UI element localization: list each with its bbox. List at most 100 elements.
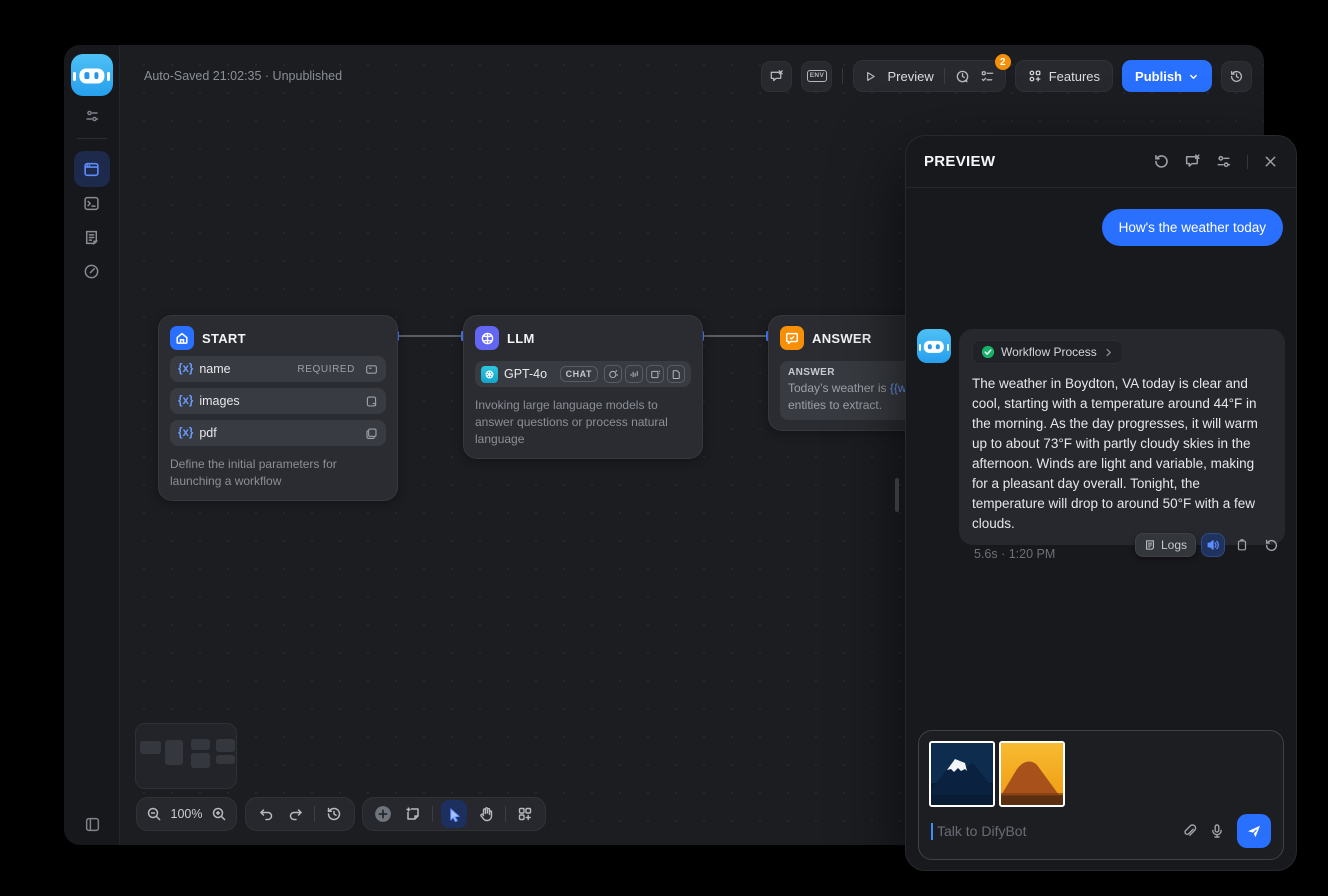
send-button[interactable] xyxy=(1237,814,1271,848)
bot-avatar xyxy=(917,329,951,363)
checklist-count-badge: 2 xyxy=(995,54,1011,70)
undo-icon[interactable] xyxy=(255,802,277,826)
close-icon[interactable] xyxy=(1263,154,1278,169)
mode-toolbar xyxy=(362,797,546,831)
features-button[interactable]: Features xyxy=(1015,60,1113,92)
zoom-level[interactable]: 100% xyxy=(171,807,203,821)
logs-button[interactable]: Logs xyxy=(1135,533,1196,557)
text-input-icon xyxy=(365,363,378,376)
left-rail xyxy=(64,45,120,845)
documents-icon xyxy=(365,427,378,440)
node-title: ANSWER xyxy=(812,331,872,346)
node-start[interactable]: START {x} name REQUIRED {x} images {x} p… xyxy=(158,315,398,501)
clear-chat-icon[interactable] xyxy=(1184,153,1201,170)
audio-capability-icon xyxy=(625,365,643,383)
restart-conversation-button[interactable] xyxy=(761,61,792,92)
env-variables-button[interactable]: ENV xyxy=(801,61,832,92)
llm-model-row[interactable]: GPT-4o CHAT xyxy=(475,361,691,387)
node-title: START xyxy=(202,331,246,346)
home-icon xyxy=(170,326,194,350)
node-description: Define the initial parameters for launch… xyxy=(170,456,386,490)
hand-tool-icon[interactable] xyxy=(475,802,497,826)
checklist-icon[interactable] xyxy=(980,69,995,84)
attachment-thumbnail-mountain-blue[interactable] xyxy=(929,741,995,807)
play-icon[interactable] xyxy=(864,70,877,83)
node-llm[interactable]: LLM GPT-4o CHAT Invoking large language … xyxy=(463,315,703,459)
run-history-icon[interactable] xyxy=(955,69,970,84)
chevron-right-icon xyxy=(1103,347,1114,358)
preview-panel: PREVIEW How's the weather today Workflow… xyxy=(905,135,1297,871)
change-history-icon[interactable] xyxy=(323,802,345,826)
topbar-actions: ENV Preview 2 Features Publish xyxy=(761,60,1252,92)
divider xyxy=(77,138,107,139)
history-toolbar xyxy=(245,797,355,831)
refresh-conversation-icon[interactable] xyxy=(1153,153,1170,170)
start-field-pdf[interactable]: {x} pdf xyxy=(170,420,386,446)
node-title: LLM xyxy=(507,331,535,346)
preview-button[interactable]: Preview xyxy=(887,69,933,84)
attachment-thumbnail-mountain-orange[interactable] xyxy=(999,741,1065,807)
sidebar-item-logs[interactable] xyxy=(74,219,110,255)
logs-icon xyxy=(1144,539,1156,551)
version-history-button[interactable] xyxy=(1221,61,1252,92)
variable-icon: {x} xyxy=(178,427,193,439)
text-cursor xyxy=(931,823,933,840)
start-field-images[interactable]: {x} images xyxy=(170,388,386,414)
preview-header: PREVIEW xyxy=(906,136,1296,188)
regenerate-button[interactable] xyxy=(1259,533,1283,557)
redo-icon[interactable] xyxy=(285,802,307,826)
chat-input[interactable] xyxy=(937,823,1169,839)
vision-capability-icon xyxy=(604,365,622,383)
speaker-button[interactable] xyxy=(1201,533,1225,557)
microphone-icon[interactable] xyxy=(1209,823,1225,839)
canvas-scrollbar[interactable] xyxy=(895,478,899,512)
sidebar-item-terminal[interactable] xyxy=(74,185,110,221)
zoom-out-icon[interactable] xyxy=(146,802,163,826)
features-icon xyxy=(1028,69,1042,83)
chat-input-container[interactable] xyxy=(918,730,1284,860)
edge-start-llm xyxy=(398,335,463,337)
start-field-name[interactable]: {x} name REQUIRED xyxy=(170,356,386,382)
variable-icon: {x} xyxy=(178,363,193,375)
publish-button[interactable]: Publish xyxy=(1122,60,1212,92)
app-bot-icon[interactable] xyxy=(71,54,113,96)
sidebar-item-orchestrate[interactable] xyxy=(74,151,110,187)
attach-file-icon[interactable] xyxy=(1181,823,1197,839)
bot-message-row: Workflow Process The weather in Boydton,… xyxy=(917,329,1285,545)
add-note-icon[interactable] xyxy=(402,802,424,826)
autosave-status: Auto-Saved 21:02:35 · Unpublished xyxy=(144,69,342,83)
gpt-model-icon xyxy=(481,366,498,383)
chat-mode-badge: CHAT xyxy=(560,366,598,382)
variable-icon: {x} xyxy=(178,395,193,407)
success-check-icon xyxy=(981,345,995,359)
env-label: ENV xyxy=(807,70,828,82)
node-description: Invoking large language models to answer… xyxy=(475,397,691,448)
divider xyxy=(842,68,843,84)
organize-layout-icon[interactable] xyxy=(514,802,536,826)
workflow-settings-icon[interactable] xyxy=(84,108,100,124)
message-actions: Logs xyxy=(1135,533,1283,557)
message-meta: 5.6s · 1:20 PM xyxy=(974,547,1055,561)
chat-settings-icon[interactable] xyxy=(1215,153,1232,170)
document-capability-icon xyxy=(667,365,685,383)
preview-title: PREVIEW xyxy=(924,153,1153,170)
divider xyxy=(1247,155,1248,169)
bot-message-text: The weather in Boydton, VA today is clea… xyxy=(972,374,1272,534)
minimap[interactable] xyxy=(135,723,237,789)
user-message-bubble: How's the weather today xyxy=(1102,209,1283,246)
required-label: REQUIRED xyxy=(297,364,355,375)
add-node-icon[interactable] xyxy=(372,802,394,826)
chat-area: How's the weather today Workflow Process… xyxy=(906,189,1296,724)
pointer-tool-icon[interactable] xyxy=(441,800,467,828)
answer-bubble-icon xyxy=(780,326,804,350)
zoom-in-icon[interactable] xyxy=(210,802,227,826)
sidebar-item-monitoring[interactable] xyxy=(74,253,110,289)
collapse-panel-icon[interactable] xyxy=(64,816,120,833)
workflow-process-pill[interactable]: Workflow Process xyxy=(972,340,1123,364)
edge-llm-answer xyxy=(703,335,768,337)
copy-button[interactable] xyxy=(1230,533,1254,557)
zoom-toolbar: 100% xyxy=(136,797,237,831)
chevron-down-icon xyxy=(1188,71,1199,82)
bot-message-bubble: Workflow Process The weather in Boydton,… xyxy=(959,329,1285,545)
image-file-icon xyxy=(365,395,378,408)
